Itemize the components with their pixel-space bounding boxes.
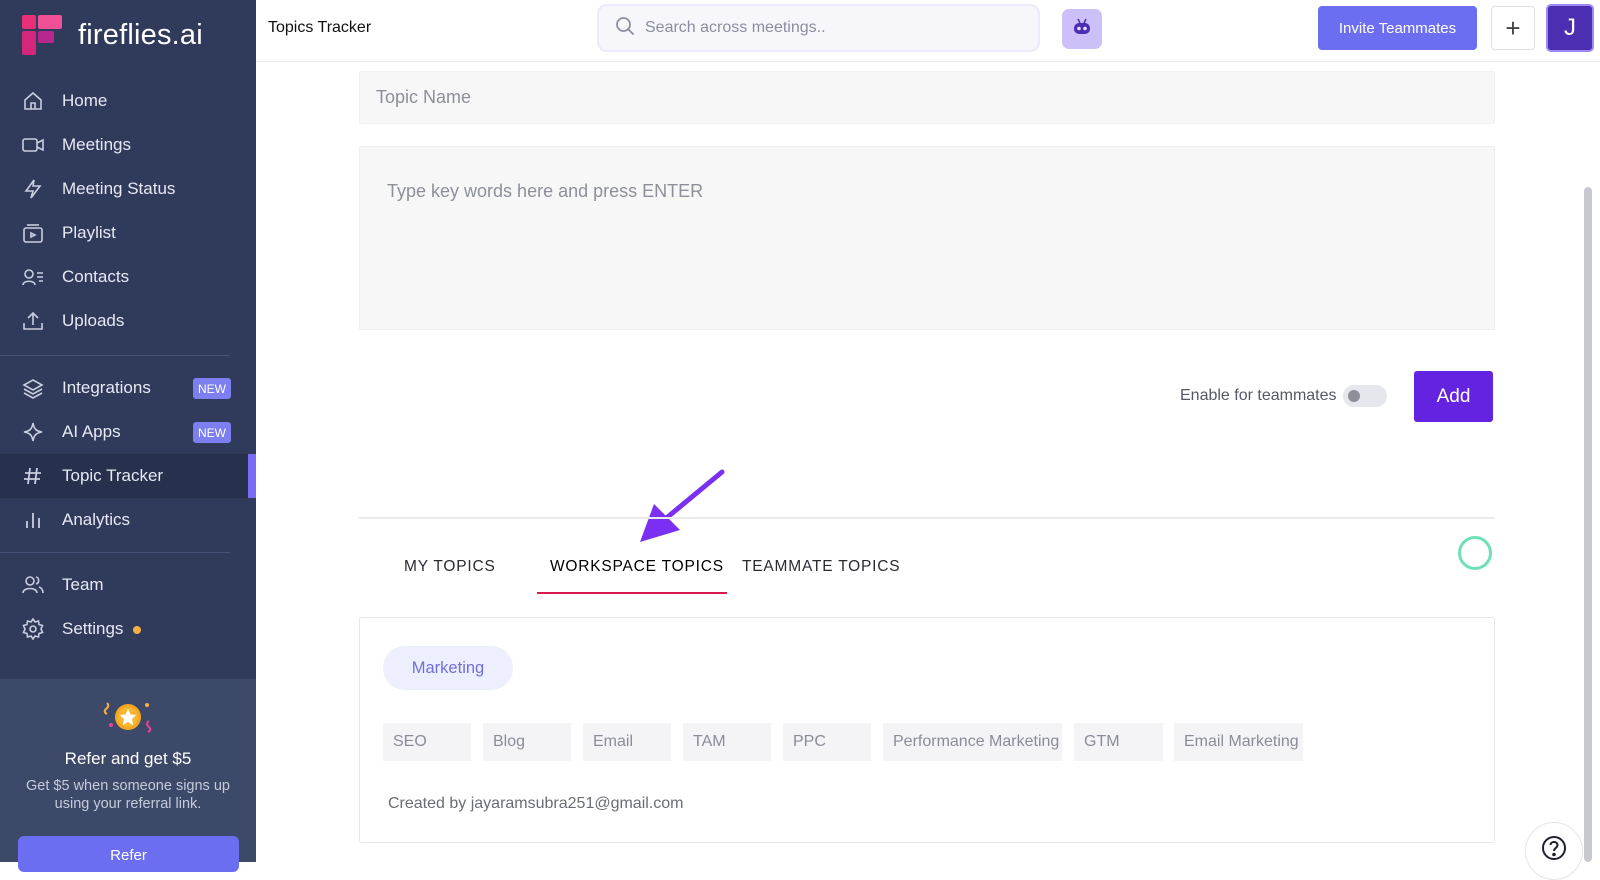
upload-icon (22, 310, 44, 332)
sidebar-item-label: Meeting Status (62, 179, 176, 198)
add-topic-button[interactable]: Add (1414, 371, 1493, 422)
tab-workspace-topics[interactable]: WORKSPACE TOPICS (550, 558, 724, 576)
sidebar-item-label: Uploads (62, 311, 125, 330)
keyword-chip: PPC (783, 723, 871, 761)
sidebar-item-label: Integrations (62, 378, 151, 397)
top-header: Topics Tracker Invite Teammates + J (256, 0, 1600, 62)
help-button[interactable] (1525, 822, 1583, 880)
keyword-chip: Email (583, 723, 671, 761)
tab-teammate-topics[interactable]: TEAMMATE TOPICS (742, 558, 900, 576)
keywords-input[interactable]: Type key words here and press ENTER (359, 146, 1495, 330)
sidebar-divider (0, 552, 230, 553)
search-bar[interactable] (597, 4, 1040, 52)
playlist-icon (22, 222, 44, 244)
loading-spinner (1458, 536, 1492, 570)
star-coin-icon (101, 699, 155, 740)
sidebar-item-label: Analytics (62, 510, 131, 529)
refer-title: Refer and get $5 (64, 749, 192, 768)
video-icon (22, 134, 44, 156)
search-input[interactable] (645, 19, 1015, 37)
sidebar-item-label: Playlist (62, 223, 116, 242)
active-tab-indicator (537, 592, 727, 594)
hash-icon (22, 465, 44, 487)
gear-icon (22, 618, 44, 640)
search-icon (615, 16, 635, 41)
team-icon (22, 574, 44, 596)
invite-teammates-button[interactable]: Invite Teammates (1318, 6, 1477, 50)
annotation-arrow-icon (640, 469, 725, 542)
brand-logo[interactable]: fireflies.ai (22, 14, 203, 56)
sidebar-item-topic-tracker[interactable]: Topic Tracker (0, 454, 256, 498)
enable-for-teammates-label: Enable for teammates (1180, 387, 1337, 404)
sparkle-icon (22, 421, 44, 443)
fireflies-logo-icon (22, 15, 62, 55)
layers-icon (22, 377, 44, 399)
toggle-knob (1348, 390, 1360, 402)
sidebar-item-label: Settings (62, 619, 124, 638)
sidebar-item-label: Meetings (62, 135, 131, 154)
keyword-chip: Performance Marketing (883, 723, 1062, 761)
sidebar: fireflies.ai Home Meetings Meeting Statu… (0, 0, 256, 872)
sidebar-item-ai-apps[interactable]: AI Apps NEW (0, 410, 256, 454)
keyword-chip: Blog (483, 723, 571, 761)
enable-for-teammates-toggle[interactable] (1343, 385, 1387, 407)
bottom-nav: Team Settings (0, 563, 256, 651)
sidebar-item-contacts[interactable]: Contacts (0, 255, 256, 299)
sidebar-item-playlist[interactable]: Playlist (0, 211, 256, 255)
lightning-icon (22, 178, 44, 200)
sidebar-item-label: Topic Tracker (62, 466, 164, 485)
sidebar-item-meetings[interactable]: Meetings (0, 123, 256, 167)
question-icon (1541, 835, 1567, 866)
scrollbar[interactable] (1584, 187, 1592, 862)
add-button[interactable]: + (1491, 6, 1535, 50)
avatar[interactable]: J (1546, 4, 1594, 52)
secondary-nav: Integrations NEW AI Apps NEW Topic Track… (0, 366, 256, 542)
new-badge: NEW (193, 422, 231, 443)
keyword-chip: SEO (383, 723, 471, 761)
keyword-chip: Email Marketing (1174, 723, 1303, 761)
home-icon (22, 90, 44, 112)
sidebar-item-uploads[interactable]: Uploads (0, 299, 256, 343)
refer-panel: Refer and get $5 Get $5 when someone sig… (0, 679, 256, 872)
sidebar-item-label: Home (62, 91, 108, 110)
keyword-chip: TAM (683, 723, 771, 761)
sidebar-item-label: Team (62, 575, 104, 594)
sidebar-item-analytics[interactable]: Analytics (0, 498, 256, 542)
sidebar-divider (0, 355, 230, 356)
topic-category-chip[interactable]: Marketing (383, 646, 513, 690)
bar-chart-icon (22, 509, 44, 531)
topic-name-input[interactable]: Topic Name (359, 71, 1495, 124)
ai-bot-button[interactable] (1062, 9, 1102, 49)
sidebar-item-home[interactable]: Home (0, 79, 256, 123)
new-badge: NEW (193, 378, 231, 399)
sidebar-item-label: AI Apps (62, 422, 121, 441)
sidebar-item-settings[interactable]: Settings (0, 607, 256, 651)
brand-name: fireflies.ai (78, 18, 203, 51)
sidebar-item-label: Contacts (62, 267, 130, 286)
sidebar-item-team[interactable]: Team (0, 563, 256, 607)
main-nav: Home Meetings Meeting Status Playlist Co… (0, 79, 256, 343)
contacts-icon (22, 266, 44, 288)
sidebar-item-meeting-status[interactable]: Meeting Status (0, 167, 256, 211)
sidebar-item-integrations[interactable]: Integrations NEW (0, 366, 256, 410)
page-title: Topics Tracker (268, 19, 372, 36)
keyword-chip: GTM (1074, 723, 1163, 761)
section-divider (359, 517, 1495, 519)
robot-icon (1071, 16, 1093, 43)
created-by-text: Created by jayaramsubra251@gmail.com (388, 795, 684, 812)
tab-my-topics[interactable]: MY TOPICS (404, 558, 496, 576)
refer-button[interactable]: Refer (18, 836, 239, 872)
refer-subtitle: Get $5 when someone signs up using your … (26, 778, 230, 812)
notification-dot (133, 626, 142, 634)
